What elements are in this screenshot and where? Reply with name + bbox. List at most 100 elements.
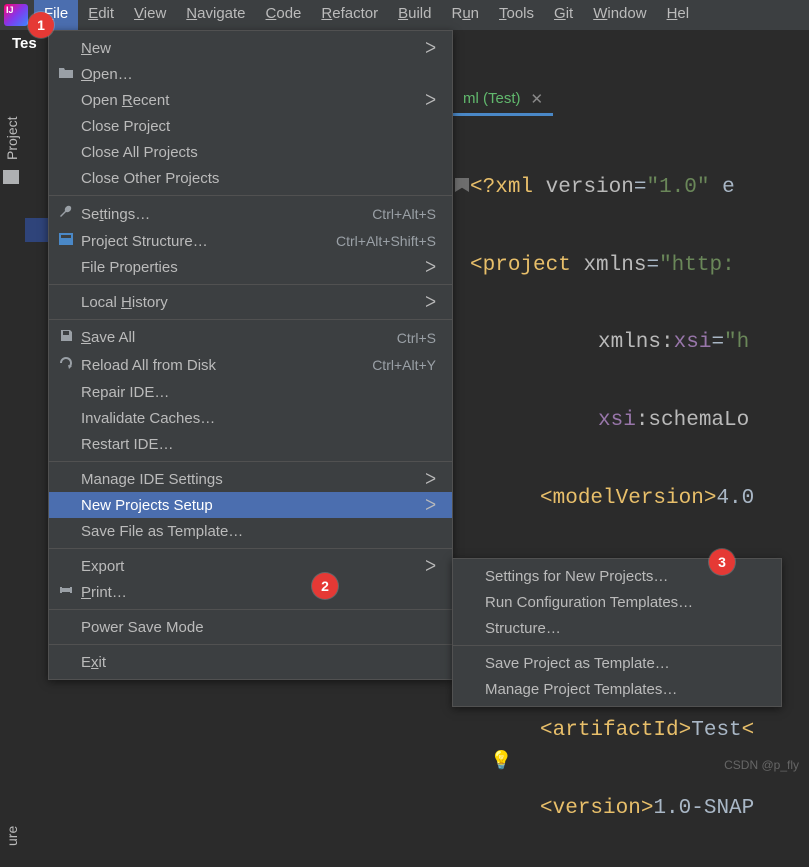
menu-item-label: Manage Project Templates… <box>485 681 765 698</box>
project-tool-window-label[interactable]: Project <box>4 116 20 160</box>
file-menu-close-other-projects[interactable]: Close Other Projects <box>49 165 452 191</box>
watermark: CSDN @p_fly <box>724 758 799 772</box>
menu-item-shortcut: Ctrl+Alt+S <box>372 206 436 222</box>
menu-item-label: Local History <box>81 294 395 311</box>
file-menu-open-recent[interactable]: Open Recent ᐳ <box>49 87 452 113</box>
file-menu-manage-ide-settings[interactable]: Manage IDE Settings ᐳ <box>49 466 452 492</box>
menu-git[interactable]: Git <box>544 0 583 30</box>
menu-separator <box>49 195 452 196</box>
menu-edit[interactable]: Edit <box>78 0 124 30</box>
menu-item-label: Close All Projects <box>81 144 436 161</box>
menu-separator <box>49 609 452 610</box>
menu-bar: IJ FileEditViewNavigateCodeRefactorBuild… <box>0 0 809 30</box>
file-menu-repair-ide[interactable]: Repair IDE… <box>49 379 452 405</box>
file-menu: New ᐳ Open… Open Recent ᐳ Close Project Close … <box>48 30 453 680</box>
menu-separator <box>49 644 452 645</box>
annotation-badge-2: 2 <box>312 573 338 599</box>
menu-item-label: Manage IDE Settings <box>81 471 395 488</box>
file-menu-reload-all-from-disk[interactable]: Reload All from Disk Ctrl+Alt+Y <box>49 351 452 379</box>
menu-item-label: Repair IDE… <box>81 384 436 401</box>
gutter-icon[interactable] <box>455 178 469 192</box>
file-menu-close-project[interactable]: Close Project <box>49 113 452 139</box>
menu-run[interactable]: Run <box>441 0 489 30</box>
file-menu-print[interactable]: Print… <box>49 579 452 605</box>
menu-item-label: Close Project <box>81 118 436 135</box>
file-menu-save-all[interactable]: Save AllCtrl+S <box>49 324 452 351</box>
save-icon <box>57 328 75 347</box>
bulb-icon[interactable]: 💡 <box>490 750 512 771</box>
annotation-badge-1: 1 <box>28 12 54 38</box>
chevron-right-icon: ᐳ <box>425 293 436 311</box>
submenu-structure[interactable]: Structure… <box>453 615 781 641</box>
print-icon <box>57 583 75 601</box>
menu-item-label: Structure… <box>485 620 765 637</box>
file-menu-save-file-as-template[interactable]: Save File as Template… <box>49 518 452 544</box>
file-menu-new[interactable]: New ᐳ <box>49 35 452 61</box>
menu-build[interactable]: Build <box>388 0 441 30</box>
menu-item-label: New <box>81 40 395 57</box>
chevron-right-icon: ᐳ <box>425 91 436 109</box>
open-icon <box>57 65 75 83</box>
chevron-right-icon: ᐳ <box>425 39 436 57</box>
menu-item-shortcut: Ctrl+S <box>397 330 436 346</box>
file-menu-restart-ide[interactable]: Restart IDE… <box>49 431 452 457</box>
file-menu-invalidate-caches[interactable]: Invalidate Caches… <box>49 405 452 431</box>
menu-item-label: Open… <box>81 66 436 83</box>
chevron-right-icon: ᐳ <box>425 557 436 575</box>
chevron-right-icon: ᐳ <box>425 470 436 488</box>
menu-code[interactable]: Code <box>256 0 312 30</box>
menu-item-label: Project Structure… <box>81 233 306 250</box>
project-name-stub: Tes <box>12 35 37 52</box>
menu-navigate[interactable]: Navigate <box>176 0 255 30</box>
menu-hel[interactable]: Hel <box>657 0 700 30</box>
menu-view[interactable]: View <box>124 0 176 30</box>
menu-item-label: Exit <box>81 654 436 671</box>
menu-window[interactable]: Window <box>583 0 656 30</box>
annotation-badge-3: 3 <box>709 549 735 575</box>
file-menu-file-properties[interactable]: File Properties ᐳ <box>49 254 452 280</box>
file-menu-local-history[interactable]: Local History ᐳ <box>49 289 452 315</box>
wrench-icon <box>57 204 75 224</box>
menu-item-label: Print… <box>81 584 436 601</box>
menu-item-label: Reload All from Disk <box>81 357 342 374</box>
new-projects-setup-submenu: Settings for New Projects…Run Configurat… <box>452 558 782 707</box>
editor-tab-name: ml (Test) <box>463 90 521 107</box>
folder-icon <box>3 170 19 184</box>
structure-tool-window-label[interactable]: ure <box>4 826 20 846</box>
menu-item-label: File Properties <box>81 259 395 276</box>
file-menu-open[interactable]: Open… <box>49 61 452 87</box>
file-menu-new-projects-setup[interactable]: New Projects Setup ᐳ <box>49 492 452 518</box>
chevron-right-icon: ᐳ <box>425 258 436 276</box>
file-menu-project-structure[interactable]: Project Structure… Ctrl+Alt+Shift+S <box>49 228 452 254</box>
menu-item-label: Settings… <box>81 206 342 223</box>
menu-separator <box>49 461 452 462</box>
menu-separator <box>49 548 452 549</box>
menu-item-label: Restart IDE… <box>81 436 436 453</box>
submenu-save-project-as-template[interactable]: Save Project as Template… <box>453 650 781 676</box>
close-icon[interactable]: ✕ <box>531 90 544 108</box>
menu-item-label: Run Configuration Templates… <box>485 594 765 611</box>
submenu-run-configuration-templates[interactable]: Run Configuration Templates… <box>453 589 781 615</box>
reload-icon <box>57 355 75 375</box>
menu-item-shortcut: Ctrl+Alt+Shift+S <box>336 233 436 249</box>
menu-item-label: Save Project as Template… <box>485 655 765 672</box>
menu-item-shortcut: Ctrl+Alt+Y <box>372 357 436 373</box>
menu-item-label: Open Recent <box>81 92 395 109</box>
menu-separator <box>49 319 452 320</box>
file-menu-settings[interactable]: Settings… Ctrl+Alt+S <box>49 200 452 228</box>
app-icon: IJ <box>4 4 28 26</box>
editor-tab[interactable]: ml (Test) ✕ <box>453 84 553 116</box>
editor-code: <?xml version="1.0" e <project xmlns="ht… <box>470 130 754 867</box>
menu-refactor[interactable]: Refactor <box>311 0 388 30</box>
file-menu-close-all-projects[interactable]: Close All Projects <box>49 139 452 165</box>
menu-item-label: Save File as Template… <box>81 523 436 540</box>
menu-tools[interactable]: Tools <box>489 0 544 30</box>
menu-item-label: Close Other Projects <box>81 170 436 187</box>
submenu-manage-project-templates[interactable]: Manage Project Templates… <box>453 676 781 702</box>
menu-item-label: Power Save Mode <box>81 619 436 636</box>
file-menu-export[interactable]: Exportᐳ <box>49 553 452 579</box>
menu-item-label: New Projects Setup <box>81 497 395 514</box>
file-menu-power-save-mode[interactable]: Power Save Mode <box>49 614 452 640</box>
file-menu-exit[interactable]: Exit <box>49 649 452 675</box>
chevron-right-icon: ᐳ <box>425 496 436 514</box>
